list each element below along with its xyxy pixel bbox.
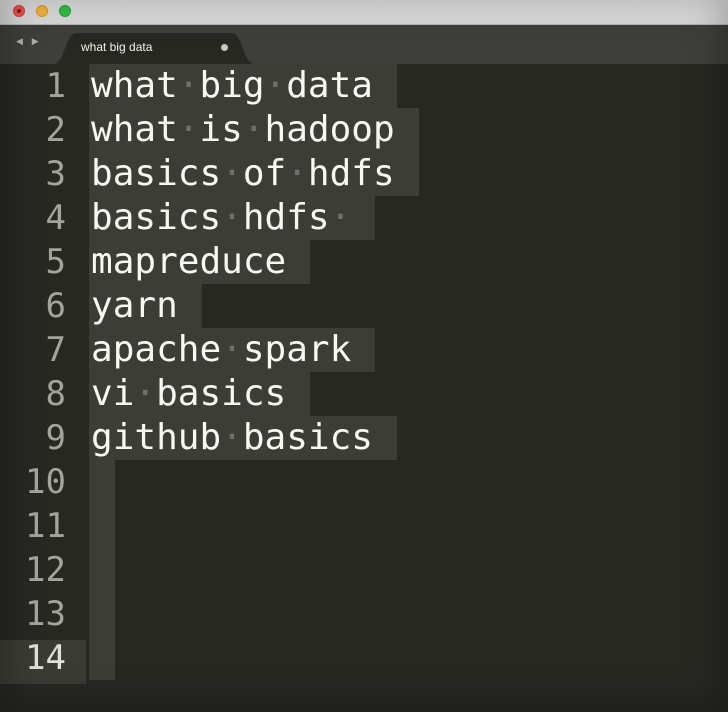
code-line[interactable]: basics·hdfs· xyxy=(91,196,351,240)
code-line[interactable]: github·basics xyxy=(91,416,373,460)
close-button[interactable] xyxy=(13,5,25,17)
minimize-button[interactable] xyxy=(36,5,48,17)
whitespace-dot-icon: · xyxy=(221,197,243,238)
editor-window: ◀ ▶ what big data 1 2 3 4 5 6 7 8 9 10 11 12 13 14 wh… xyxy=(0,0,728,712)
tab-bar: ◀ ▶ what big data xyxy=(0,25,728,64)
selection-highlight xyxy=(89,548,115,592)
selection-highlight xyxy=(89,592,115,636)
whitespace-dot-icon: · xyxy=(221,417,243,458)
tab-what-big-data[interactable]: what big data xyxy=(54,33,254,64)
editor-area[interactable]: 1 2 3 4 5 6 7 8 9 10 11 12 13 14 what·big·data what·is… xyxy=(0,64,728,712)
line-number: 4 xyxy=(45,198,66,238)
code-line[interactable]: basics·of·hdfs xyxy=(91,152,395,196)
whitespace-dot-icon: · xyxy=(329,197,352,238)
selection-highlight xyxy=(89,504,115,548)
tab-nav-arrows-icon[interactable]: ◀ ▶ xyxy=(16,37,42,47)
whitespace-dot-icon: · xyxy=(286,153,308,194)
line-number: 9 xyxy=(45,418,66,458)
whitespace-dot-icon: · xyxy=(221,329,243,370)
line-number: 14 xyxy=(25,638,66,678)
line-number: 3 xyxy=(45,154,66,194)
code-line[interactable]: apache·spark xyxy=(91,328,351,372)
whitespace-dot-icon: · xyxy=(221,153,243,194)
line-number: 11 xyxy=(25,506,66,546)
title-bar xyxy=(0,0,728,25)
whitespace-dot-icon: · xyxy=(177,109,200,150)
maximize-button[interactable] xyxy=(59,5,71,17)
line-number: 6 xyxy=(45,286,66,326)
code-line[interactable]: yarn xyxy=(91,284,178,328)
unsaved-dot-icon[interactable] xyxy=(221,44,228,51)
line-number: 1 xyxy=(45,66,66,106)
selection-highlight xyxy=(89,636,115,680)
selection-highlight xyxy=(89,460,115,504)
code-line[interactable]: mapreduce xyxy=(91,240,286,284)
line-number: 2 xyxy=(45,110,66,150)
tab-label: what big data xyxy=(81,40,153,54)
code-line[interactable]: vi·basics xyxy=(91,372,286,416)
line-number: 8 xyxy=(45,374,66,414)
line-number: 7 xyxy=(45,330,66,370)
whitespace-dot-icon: · xyxy=(264,65,287,106)
whitespace-dot-icon: · xyxy=(177,65,200,106)
line-number: 13 xyxy=(25,594,66,634)
line-number-gutter: 1 2 3 4 5 6 7 8 9 10 11 12 13 14 xyxy=(0,64,86,712)
line-number: 10 xyxy=(25,462,66,502)
whitespace-dot-icon: · xyxy=(134,373,157,414)
line-number: 12 xyxy=(25,550,66,590)
code-line[interactable]: what·big·data xyxy=(91,64,373,108)
whitespace-dot-icon: · xyxy=(242,109,265,150)
code-line[interactable]: what·is·hadoop xyxy=(91,108,395,152)
line-number: 5 xyxy=(45,242,66,282)
